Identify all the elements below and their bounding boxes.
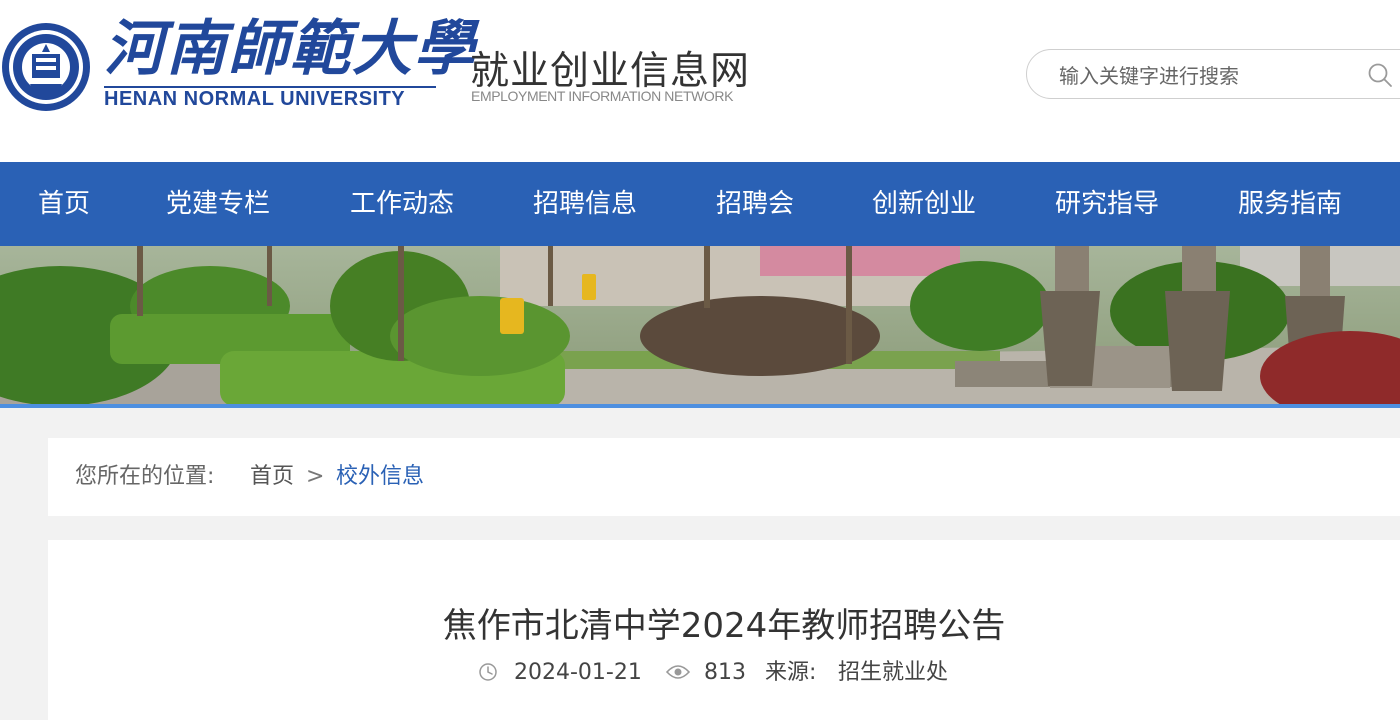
banner-divider: [0, 404, 1400, 408]
nav-item-job-fair[interactable]: 招聘会: [716, 162, 794, 246]
search-icon[interactable]: [1367, 62, 1393, 88]
search-input[interactable]: [1057, 60, 1351, 92]
nav-item-home[interactable]: 首页: [38, 162, 90, 246]
article-view-count: 813: [704, 660, 746, 685]
breadcrumb-current-link[interactable]: 校外信息: [336, 438, 424, 516]
university-emblem-icon[interactable]: [0, 22, 92, 112]
article-source: 招生就业处: [838, 660, 949, 685]
article-source-label: 来源:: [765, 660, 817, 685]
breadcrumb-home-link[interactable]: 首页: [250, 438, 294, 516]
university-name-en[interactable]: HENAN NORMAL UNIVERSITY: [104, 88, 405, 111]
site-header: 河南師範大學 HENAN NORMAL UNIVERSITY 就业创业信息网 E…: [0, 0, 1400, 162]
university-name-cn[interactable]: 河南師範大學: [104, 14, 476, 84]
search-box: [1026, 49, 1400, 99]
nav-item-recruitment-info[interactable]: 招聘信息: [533, 162, 637, 246]
campus-banner-image: [0, 246, 1400, 404]
nav-item-work-news[interactable]: 工作动态: [350, 162, 454, 246]
article-title: 焦作市北清中学2024年教师招聘公告: [442, 606, 1006, 646]
breadcrumb-separator: >: [306, 464, 325, 489]
site-subtitle: EMPLOYMENT INFORMATION NETWORK: [471, 88, 734, 104]
eye-icon: [666, 665, 690, 679]
breadcrumb-prefix: 您所在的位置:: [75, 464, 215, 489]
clock-icon: [479, 663, 497, 681]
article-date: 2024-01-21: [514, 660, 642, 685]
breadcrumb: 您所在的位置: 首页 > 校外信息: [48, 438, 1400, 516]
main-nav: 首页 党建专栏 工作动态 招聘信息 招聘会 创新创业 研究指导 服务指南: [0, 162, 1400, 246]
nav-item-research-guidance[interactable]: 研究指导: [1055, 162, 1159, 246]
nav-item-service-guide[interactable]: 服务指南: [1238, 162, 1342, 246]
nav-item-party-column[interactable]: 党建专栏: [166, 162, 270, 246]
article-panel: 焦作市北清中学2024年教师招聘公告 2024-01-21 813 来源: 招生…: [48, 540, 1400, 720]
nav-item-innovation[interactable]: 创新创业: [872, 162, 976, 246]
